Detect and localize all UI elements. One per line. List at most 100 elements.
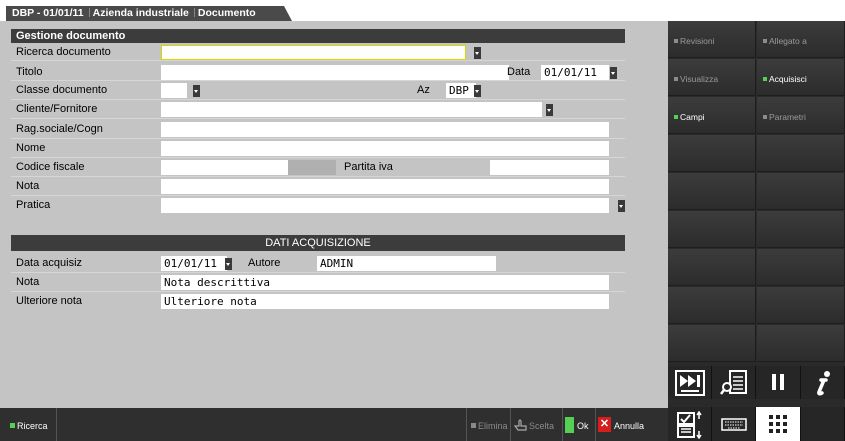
pause-button[interactable] [756, 366, 801, 399]
label-codice-fiscale: Codice fiscale [16, 161, 85, 173]
scelta-label: Scelta [529, 421, 555, 431]
label-ulteriore-nota: Ulteriore nota [16, 295, 83, 307]
row-divider [11, 157, 625, 158]
ok-button[interactable]: Ok [577, 408, 589, 441]
annulla-button[interactable]: Annulla [614, 408, 644, 441]
campi-label: Campi [680, 112, 705, 122]
window-tab[interactable]: DBP - 01/01/11 Azienda industriale Documen… [6, 6, 292, 21]
empty-function-button[interactable] [757, 249, 845, 286]
pratica-input[interactable] [161, 198, 609, 213]
empty-icon-button[interactable] [801, 407, 845, 441]
empty-function-button[interactable] [668, 249, 756, 286]
autore-input[interactable]: ADMIN [317, 256, 496, 271]
empty-function-button[interactable] [757, 135, 845, 172]
label-data-acquisiz: Data acquisiz [16, 257, 83, 269]
label-az: Az [417, 84, 430, 96]
divider [595, 408, 596, 441]
row-divider [11, 118, 625, 119]
az-input[interactable]: DBP [446, 83, 476, 98]
annulla-label: Annulla [614, 421, 645, 431]
data-dropdown-icon[interactable] [610, 67, 617, 79]
search-document-button[interactable] [712, 366, 756, 399]
ulteriore-nota-input[interactable]: Ulteriore nota [161, 294, 609, 309]
nota-acquisizione-input[interactable]: Nota descrittiva [161, 275, 609, 290]
elimina-button[interactable]: Elimina [471, 408, 508, 441]
data-input[interactable]: 01/01/11 [541, 65, 609, 80]
classe-documento-dropdown-icon[interactable] [193, 85, 200, 97]
ok-green-indicator [565, 417, 574, 433]
side-button-panel: Revisioni Allegato a Visualizza Acquisis… [668, 21, 845, 441]
classe-documento-input[interactable] [161, 83, 187, 98]
allegato-button[interactable]: Allegato a [757, 21, 845, 58]
hand-pointer-icon [513, 419, 527, 431]
empty-function-button[interactable] [757, 173, 845, 210]
rag-sociale-input[interactable] [161, 122, 609, 137]
ricerca-documento-dropdown-icon[interactable] [474, 47, 481, 59]
acquisisci-button[interactable]: Acquisisci [757, 59, 845, 96]
grid-menu-icon [769, 415, 787, 433]
empty-function-button[interactable] [668, 135, 756, 172]
empty-function-button[interactable] [668, 287, 756, 324]
visualizza-button[interactable]: Visualizza [668, 59, 756, 96]
nota-input[interactable] [161, 179, 609, 194]
divider [562, 408, 563, 441]
label-nome: Nome [16, 142, 46, 154]
section-header-gestione: Gestione documento [11, 29, 625, 43]
divider [56, 408, 57, 441]
scan-documents-button[interactable] [668, 407, 712, 441]
row-divider [11, 195, 625, 196]
keyboard-icon [720, 418, 747, 431]
ricerca-label: Ricerca [17, 421, 48, 431]
section-header-acquisizione: DATI ACQUISIZIONE [11, 235, 625, 251]
cliente-fornitore-input[interactable] [161, 102, 542, 117]
label-cliente-fornitore: Cliente/Fornitore [16, 103, 98, 115]
data-acquisiz-dropdown-icon[interactable] [225, 258, 232, 270]
row-divider [11, 176, 625, 177]
scelta-button[interactable]: Scelta [513, 408, 555, 441]
az-dropdown-icon[interactable] [474, 85, 481, 97]
ok-label: Ok [577, 421, 589, 431]
keyboard-button[interactable] [712, 407, 756, 441]
revisioni-button[interactable]: Revisioni [668, 21, 756, 58]
row-divider [11, 99, 625, 100]
codice-fiscale-input[interactable] [161, 160, 288, 175]
title-bar: DBP - 01/01/11 Azienda industriale Documen… [0, 0, 845, 21]
info-button[interactable] [801, 366, 845, 399]
label-nota: Nota [16, 180, 40, 192]
parametri-label: Parametri [769, 112, 806, 122]
label-data: Data [507, 66, 531, 78]
label-ricerca-documento: Ricerca documento [16, 46, 111, 58]
empty-function-button[interactable] [757, 325, 845, 362]
data-acquisiz-input[interactable]: 01/01/11 [161, 256, 227, 271]
bottom-action-bar: Ricerca Elimina Scelta Ok ✕ Annulla [0, 408, 668, 441]
label-nota-acquisizione: Nota [16, 276, 40, 288]
campi-button[interactable]: Campi [668, 97, 756, 134]
empty-function-button[interactable] [757, 211, 845, 248]
titolo-input[interactable] [161, 65, 509, 80]
fast-forward-swap-icon [674, 370, 705, 396]
parametri-button[interactable]: Parametri [757, 97, 845, 134]
row-divider [11, 80, 625, 81]
fast-forward-swap-button[interactable] [668, 366, 712, 399]
acquisisci-label: Acquisisci [769, 74, 807, 84]
close-icon: ✕ [598, 417, 611, 432]
cliente-fornitore-dropdown-icon[interactable] [546, 104, 553, 116]
scan-documents-icon [676, 411, 702, 439]
ricerca-button[interactable]: Ricerca [10, 408, 48, 441]
empty-function-button[interactable] [757, 287, 845, 324]
pause-icon [772, 374, 784, 390]
row-divider [11, 138, 625, 139]
divider [510, 408, 511, 441]
label-pratica: Pratica [16, 199, 51, 211]
empty-function-button[interactable] [668, 325, 756, 362]
empty-function-button[interactable] [668, 173, 756, 210]
row-divider [11, 272, 625, 273]
grid-menu-button[interactable] [756, 407, 801, 441]
ricerca-documento-input[interactable] [161, 45, 466, 60]
tab-company-date: DBP - 01/01/11 [12, 7, 84, 19]
partita-iva-input[interactable] [490, 160, 609, 175]
nome-input[interactable] [161, 141, 609, 156]
divider [466, 408, 467, 441]
pratica-dropdown-icon[interactable] [618, 200, 625, 212]
empty-function-button[interactable] [668, 211, 756, 248]
